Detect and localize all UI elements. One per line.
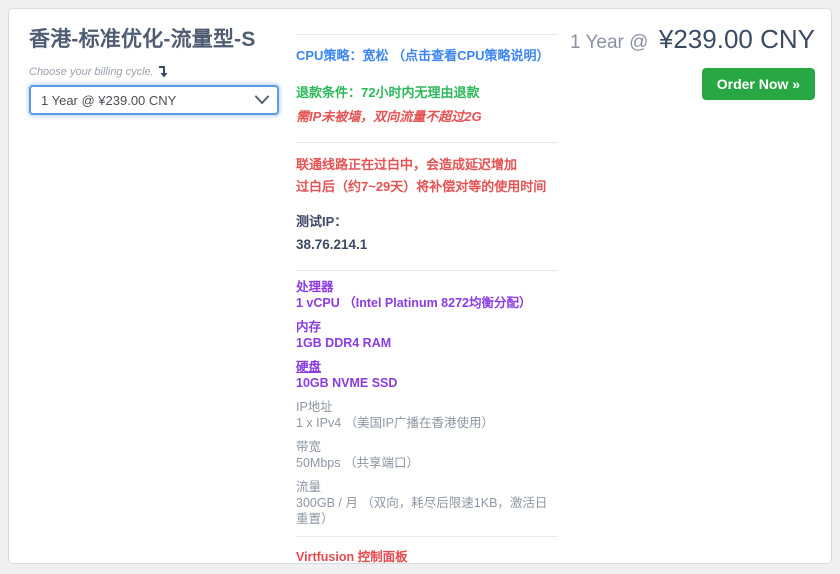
spec-ip-label: IP地址 xyxy=(296,400,333,415)
spec-disk: 硬盘 10GB NVME SSD xyxy=(296,359,558,391)
level-down-icon xyxy=(158,66,168,78)
billing-caption-text: Choose your billing cycle. xyxy=(29,66,154,78)
spec-ram-label: 内存 xyxy=(296,320,322,335)
price-line: 1 Year @ ¥239.00 CNY xyxy=(558,24,815,55)
spec-ram-value: 1GB DDR4 RAM xyxy=(296,336,392,351)
order-now-button[interactable]: Order Now » xyxy=(701,68,815,100)
cpu-policy-label: CPU策略：宽松 xyxy=(296,48,389,63)
product-title: 香港-标准优化-流量型-S xyxy=(29,28,256,51)
test-ip-label: 测试IP： xyxy=(296,214,348,230)
spec-traffic-value: 300GB / 月 （双向，耗尽后限速1KB，激活日重置） xyxy=(296,496,548,527)
spec-disk-label[interactable]: 硬盘 xyxy=(296,359,558,375)
spec-bandwidth-value: 50Mbps （共享端口） xyxy=(296,456,419,471)
spec-bandwidth: 带宽 50Mbps （共享端口） xyxy=(296,439,558,471)
divider xyxy=(296,34,558,35)
divider xyxy=(296,270,558,272)
spec-cpu: 处理器 1 vCPU （Intel Platinum 8272均衡分配） xyxy=(296,279,558,311)
spec-cpu-value: 1 vCPU （Intel Platinum 8272均衡分配） xyxy=(296,296,532,311)
spec-ram: 内存 1GB DDR4 RAM xyxy=(296,319,558,351)
cpu-policy-link[interactable]: （点击查看CPU策略说明） xyxy=(392,48,549,63)
divider xyxy=(296,141,558,143)
cpu-policy-line: CPU策略：宽松 （点击查看CPU策略说明） xyxy=(296,48,558,64)
billing-cycle-select[interactable]: 1 Year @ ¥239.00 CNY xyxy=(29,85,279,115)
billing-caption: Choose your billing cycle. xyxy=(29,66,279,78)
product-card: 香港-标准优化-流量型-S Choose your billing cycle.… xyxy=(8,8,832,564)
product-details-column: CPU策略：宽松 （点击查看CPU策略说明） 退款条件：72小时内无理由退款 需… xyxy=(296,9,558,563)
refund-policy-line: 退款条件：72小时内无理由退款 xyxy=(296,85,480,101)
spec-traffic-label: 流量 xyxy=(296,480,322,495)
spec-traffic: 流量 300GB / 月 （双向，耗尽后限速1KB，激活日重置） xyxy=(296,479,558,527)
billing-column: 香港-标准优化-流量型-S Choose your billing cycle.… xyxy=(29,9,279,563)
spec-disk-value: 10GB NVME SSD xyxy=(296,376,398,391)
control-panel-line: Virtfusion 控制面板 xyxy=(296,550,408,564)
test-ip-value: 38.76.214.1 xyxy=(296,236,368,252)
price-amount: ¥239.00 CNY xyxy=(658,24,815,54)
pricing-column: 1 Year @ ¥239.00 CNY Order Now » xyxy=(558,9,815,563)
billing-cycle-select-wrap: 1 Year @ ¥239.00 CNY xyxy=(29,85,279,115)
spec-bandwidth-label: 带宽 xyxy=(296,440,322,455)
divider xyxy=(296,536,558,538)
network-notice-line2: 过白后（约7~29天）将补偿对等的使用时间 xyxy=(296,179,547,194)
refund-condition-line: 需IP未被墙，双向流量不超过2G xyxy=(296,108,482,124)
price-cycle: 1 Year @ xyxy=(569,32,649,53)
network-notice-line1: 联通线路正在过白中，会造成延迟增加 xyxy=(296,156,518,172)
spec-cpu-label: 处理器 xyxy=(296,280,334,295)
spec-ip-value: 1 x IPv4 （美国IP广播在香港使用） xyxy=(296,416,494,431)
spec-ip: IP地址 1 x IPv4 （美国IP广播在香港使用） xyxy=(296,399,558,431)
